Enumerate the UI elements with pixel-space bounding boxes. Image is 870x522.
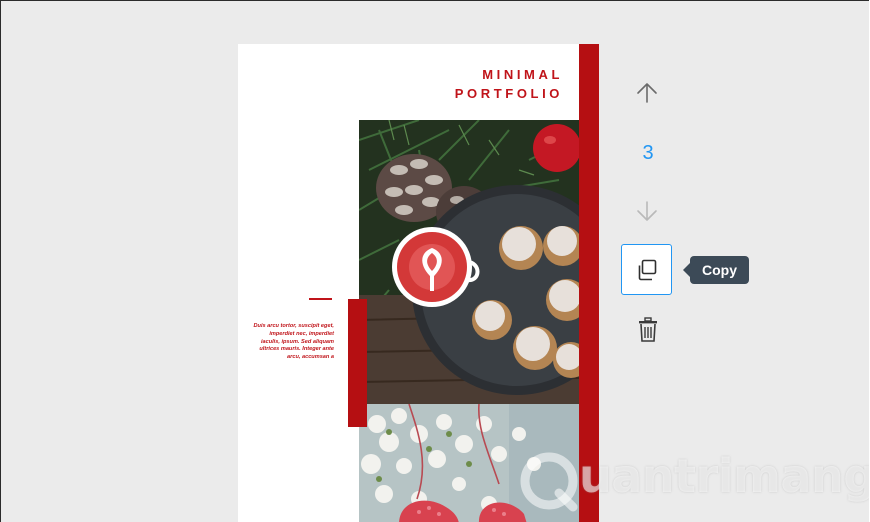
christmas-photo	[359, 120, 579, 404]
trash-icon	[639, 317, 657, 342]
red-side-bar	[579, 44, 599, 522]
title-line-portfolio: PORTFOLIO	[454, 86, 563, 101]
christmas-photo-image	[359, 120, 579, 404]
copy-page-button[interactable]	[621, 244, 672, 295]
move-page-down-button[interactable]	[634, 199, 660, 223]
page-number: 3	[642, 142, 654, 164]
body-caption: Duis arcu tortor, suscipit eget, imperdi…	[253, 323, 334, 361]
portfolio-page[interactable]: MINIMAL PORTFOLIO Duis arcu tortor, susc…	[238, 44, 599, 522]
title-line-minimal: MINIMAL	[482, 67, 563, 82]
arrow-down-icon	[637, 201, 657, 221]
watermark-text: uantrimang	[579, 449, 869, 503]
copy-icon	[638, 259, 657, 281]
page-title: MINIMAL PORTFOLIO	[455, 65, 563, 103]
copy-tooltip: Copy	[683, 256, 749, 284]
move-page-up-button[interactable]	[634, 81, 660, 105]
flowers-photo-image	[359, 404, 579, 522]
flowers-photo	[359, 404, 579, 522]
arrow-up-icon	[637, 83, 657, 103]
delete-page-button[interactable]	[637, 317, 659, 343]
red-accent-block	[348, 299, 367, 427]
red-dash-divider	[309, 298, 332, 300]
editor-canvas: MINIMAL PORTFOLIO Duis arcu tortor, susc…	[0, 0, 869, 522]
